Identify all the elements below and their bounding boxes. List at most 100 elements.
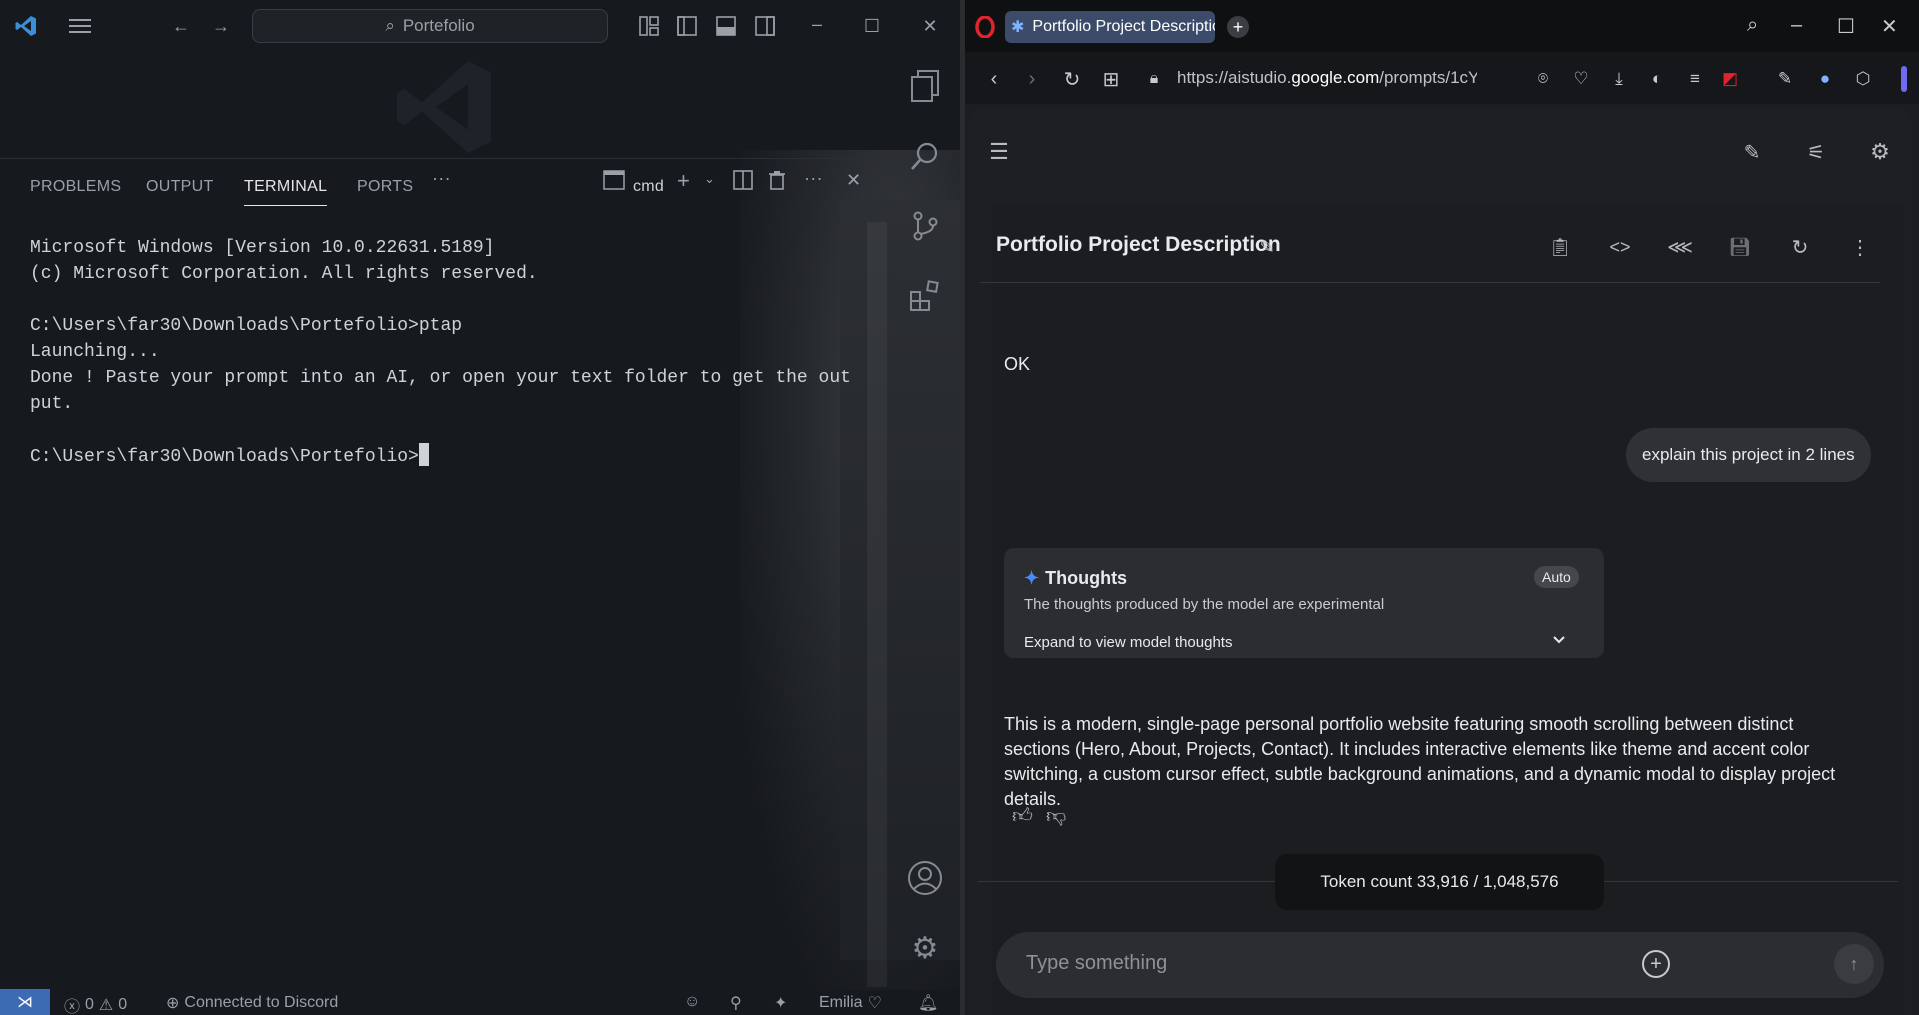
terminal-line: Done ! Paste your prompt into an AI, or … <box>30 368 851 388</box>
new-terminal-plus-icon[interactable]: + <box>677 168 690 194</box>
url-field[interactable]: https://aistudio.google.com/prompts/1cYR… <box>1177 68 1477 88</box>
chevron-down-icon[interactable] <box>1552 632 1566 648</box>
terminal-shell-name[interactable]: cmd <box>633 178 664 196</box>
refresh-icon[interactable]: ↻ <box>1786 233 1814 261</box>
hamburger-menu-icon[interactable]: ☰ <box>985 138 1013 166</box>
thoughts-title: Thoughts <box>1045 568 1128 588</box>
terminal-line: ​ <box>30 287 890 313</box>
toggle-primary-sidebar-icon[interactable] <box>673 12 701 40</box>
warning-count: 0 <box>118 996 128 1013</box>
browser-close-icon[interactable]: ✕ <box>1881 14 1898 39</box>
accounts-icon[interactable] <box>907 860 943 896</box>
browser-maximize-icon[interactable]: ☐ <box>1837 14 1855 39</box>
clipboard-icon[interactable]: 📋︎ <box>1546 233 1574 261</box>
terminal-line: C:\Users\far30\Downloads\Portefolio>ptap <box>30 316 463 336</box>
customize-layout-icon[interactable] <box>635 12 663 40</box>
more-options-icon[interactable]: ⋮ <box>1846 233 1874 261</box>
terminal-shell-icon[interactable] <box>603 170 625 195</box>
browser-minimize-icon[interactable]: – <box>1791 14 1802 37</box>
problems-status[interactable]: ⓧ 0 ⚠ 0 <box>64 993 127 1015</box>
extension-icon[interactable]: ◩ <box>1717 66 1743 92</box>
forward-arrow-icon[interactable]: → <box>207 12 235 40</box>
terminal-line: Launching... <box>30 342 160 362</box>
prompt-input[interactable]: Type something + ↑ <box>996 932 1884 998</box>
ai-studio-favicon-icon: ✱ <box>1011 19 1025 36</box>
search-text: Portefolio <box>402 16 475 35</box>
sidebar-indicator[interactable] <box>1901 66 1907 92</box>
tab-terminal[interactable]: TERMINAL <box>244 178 328 206</box>
get-code-icon[interactable]: <> <box>1606 233 1634 261</box>
reload-icon[interactable]: ↻ <box>1059 66 1085 92</box>
chevron-down-icon[interactable]: ⌄ <box>704 171 715 187</box>
trash-icon[interactable] <box>768 170 786 195</box>
bookmark-heart-icon[interactable]: ♡ <box>1568 66 1594 92</box>
thumbs-up-icon[interactable]: 👍︎ <box>1012 804 1033 828</box>
tab-overview-icon[interactable]: ⊞ <box>1098 66 1124 92</box>
remote-indicator-icon[interactable]: ⋊ <box>0 989 50 1015</box>
vpn-extension-icon[interactable]: ● <box>1812 66 1838 92</box>
close-panel-icon[interactable]: ✕ <box>846 170 861 191</box>
settings-gear-icon[interactable]: ⚙ <box>907 930 943 966</box>
pen-extension-icon[interactable]: ✎ <box>1772 66 1798 92</box>
share-icon[interactable]: ⋘ <box>1666 233 1694 261</box>
auto-badge: Auto <box>1534 566 1579 588</box>
save-icon[interactable]: 💾︎ <box>1726 233 1754 261</box>
send-arrow-icon[interactable]: ↑ <box>1834 944 1874 984</box>
menu-icon[interactable] <box>66 12 94 40</box>
thumbs-down-icon[interactable]: 👎︎ <box>1046 804 1066 828</box>
toggle-panel-icon[interactable] <box>712 12 740 40</box>
easy-setup-icon[interactable]: ≡ <box>1682 66 1708 92</box>
more-actions-icon[interactable]: ··· <box>804 168 823 189</box>
add-media-plus-icon[interactable]: + <box>1642 950 1670 978</box>
notifications-bell-icon[interactable]: 🔔︎ <box>918 993 938 1013</box>
tab-problems[interactable]: PROBLEMS <box>30 178 121 196</box>
browser-tab-strip: ✱ Portfolio Project Descriptio + ⌕ – ☐ ✕ <box>965 0 1919 52</box>
source-control-icon[interactable] <box>907 208 943 244</box>
url-domain: google.com <box>1291 68 1380 87</box>
terminal-output[interactable]: Microsoft Windows [Version 10.0.22631.51… <box>30 235 890 470</box>
download-icon[interactable]: ⤓ <box>1606 66 1632 92</box>
settings-gear-icon[interactable]: ⚙ <box>1866 138 1894 166</box>
maximize-icon[interactable]: ☐ <box>858 12 886 40</box>
globe-icon: ⊕ <box>166 995 180 1012</box>
discord-status[interactable]: ⊕ Connected to Discord <box>166 993 338 1013</box>
edit-title-pencil-icon[interactable]: ✎ <box>1253 233 1281 261</box>
expand-thoughts-label[interactable]: Expand to view model thoughts <box>1024 634 1232 651</box>
new-chat-edit-icon[interactable]: ✎ <box>1738 138 1766 166</box>
snapshot-icon[interactable]: ⌾ <box>1530 66 1556 92</box>
extensions-icon[interactable] <box>907 278 943 314</box>
tab-output[interactable]: OUTPUT <box>146 178 214 196</box>
more-tabs-button[interactable]: ··· <box>432 168 451 189</box>
vscode-logo-icon <box>12 12 40 40</box>
thoughts-header: ✦ Thoughts <box>1024 568 1127 589</box>
browser-search-icon[interactable]: ⌕ <box>1747 14 1758 37</box>
search-icon[interactable] <box>907 138 943 174</box>
extension-status-icon[interactable]: ⚲ <box>730 993 742 1013</box>
tab-ports[interactable]: PORTS <box>357 178 413 196</box>
run-settings-icon[interactable]: ⚟ <box>1802 138 1830 166</box>
toggle-secondary-sidebar-icon[interactable] <box>751 12 779 40</box>
new-tab-button[interactable]: + <box>1227 16 1249 38</box>
back-icon[interactable]: ‹ <box>981 66 1007 92</box>
back-arrow-icon[interactable]: ← <box>167 12 195 40</box>
forward-icon[interactable]: › <box>1019 66 1045 92</box>
cube-extension-icon[interactable]: ⬡ <box>1850 66 1876 92</box>
close-icon[interactable]: ✕ <box>916 12 944 40</box>
battery-saver-icon[interactable]: ◐ <box>1644 66 1670 92</box>
minimize-icon[interactable]: – <box>803 10 831 38</box>
thoughts-panel[interactable]: ✦ Thoughts The thoughts produced by the … <box>1004 548 1604 658</box>
sparkle-icon[interactable]: ✦ <box>774 993 787 1013</box>
user-status[interactable]: Emilia ♡ <box>819 993 882 1013</box>
error-icon: ⓧ <box>64 999 81 1015</box>
browser-tab-active[interactable]: ✱ Portfolio Project Descriptio <box>1005 11 1215 43</box>
address-bar: ‹ › ↻ ⊞ 🔒︎ https://aistudio.google.com/p… <box>965 52 1919 104</box>
copilot-icon[interactable]: ☺ <box>684 993 700 1011</box>
url-prefix: https://aistudio. <box>1177 68 1292 87</box>
ai-studio-app: ☰ ✎ ⚟ ⚙ Portfolio Project Description ✎ … <box>968 108 1912 1015</box>
token-count: Token count 33,916 / 1,048,576 <box>1275 854 1604 910</box>
opera-logo-icon[interactable] <box>975 15 995 43</box>
command-center-search[interactable]: ⌕ Portefolio <box>252 9 608 43</box>
explorer-icon[interactable] <box>907 68 943 104</box>
split-terminal-icon[interactable] <box>733 170 753 195</box>
model-message: OK <box>1004 354 1031 374</box>
